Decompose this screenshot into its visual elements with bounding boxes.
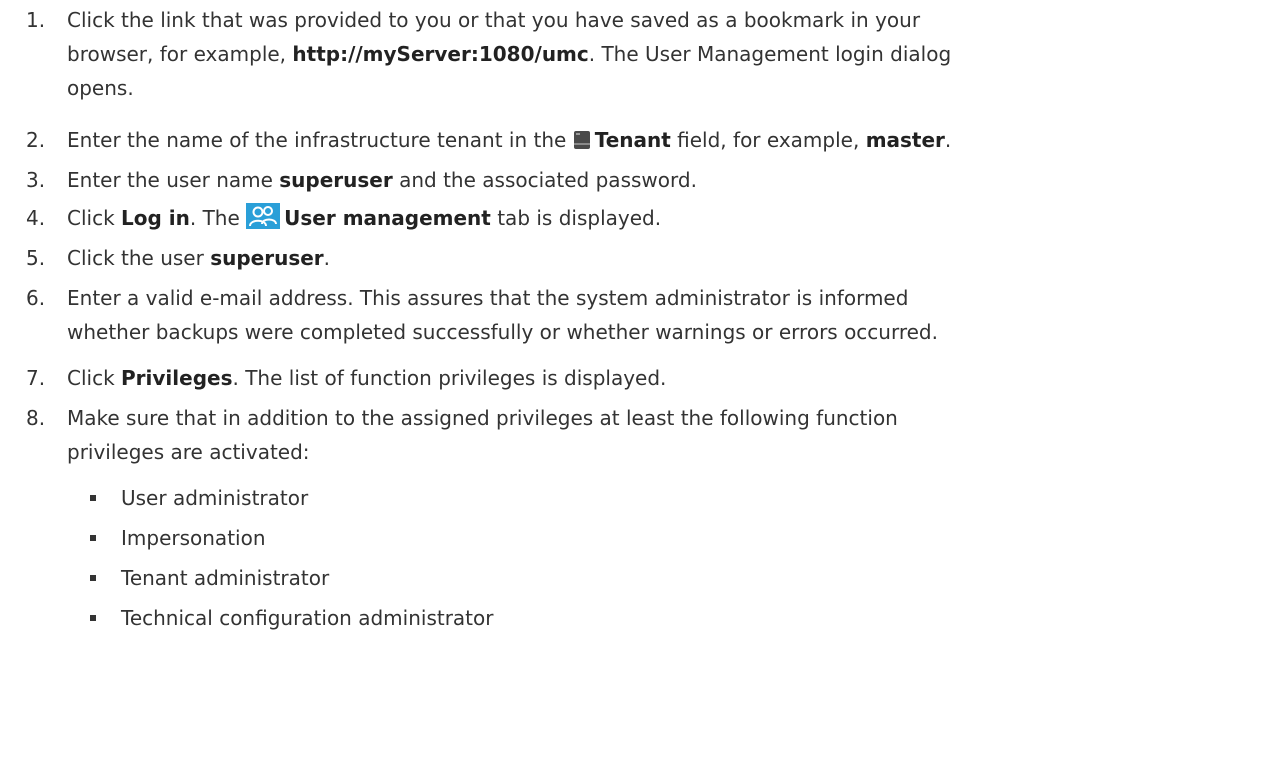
privileges-label: Privileges — [121, 366, 233, 390]
username: superuser — [279, 168, 393, 192]
step-1-text: . The User Management login dialog — [588, 42, 952, 66]
tenant-example: master — [865, 128, 945, 152]
step-number: 8. — [26, 406, 46, 430]
step-number: 4. — [26, 206, 46, 230]
tenant-icon — [573, 128, 591, 160]
bullet-marker — [90, 575, 96, 581]
step-1-line-1: Click the link that was provided to you … — [67, 8, 921, 32]
user-management-icon — [246, 203, 281, 238]
server-url: http://myServer:1080/umc — [292, 42, 589, 66]
user-management-label: User management — [284, 206, 491, 230]
bullet-marker — [90, 495, 96, 501]
username: superuser — [210, 246, 324, 270]
step-number: 5. — [26, 246, 46, 270]
bullet-marker — [90, 615, 96, 621]
bullet-marker — [90, 535, 96, 541]
step-1-line-3: opens. — [67, 76, 134, 100]
step-number: 6. — [26, 286, 46, 310]
step-8-line-2: privileges are activated: — [67, 440, 310, 464]
step-number: 3. — [26, 168, 46, 192]
step-number: 7. — [26, 366, 46, 390]
step-6-line-2: whether backups were completed successfu… — [67, 320, 938, 344]
tenant-label: Tenant — [594, 128, 671, 152]
step-number: 1. — [26, 8, 46, 32]
login-label: Log in — [121, 206, 190, 230]
step-number: 2. — [26, 128, 46, 152]
step-6-line-1: Enter a valid e-mail address. This assur… — [67, 286, 909, 310]
step-1-text: browser, for example, — [67, 42, 293, 66]
step-8-line-1: Make sure that in addition to the assign… — [67, 406, 898, 430]
